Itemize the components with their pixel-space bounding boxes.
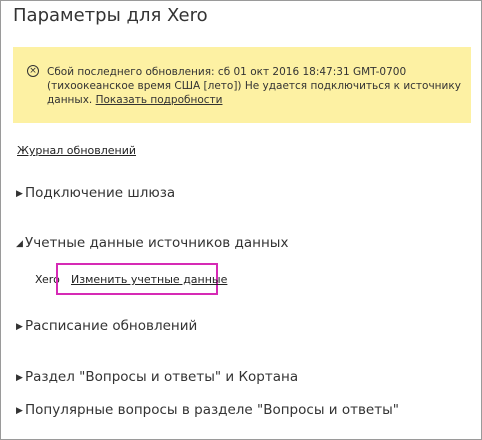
section-refresh-schedule[interactable]: ▶ Расписание обновлений [16, 318, 197, 334]
section-label: Расписание обновлений [25, 318, 198, 334]
error-message: Сбой последнего обновления: сб 01 окт 20… [47, 65, 462, 107]
refresh-error-banner: × Сбой последнего обновления: сб 01 окт … [13, 47, 471, 123]
section-label: Раздел "Вопросы и ответы" и Кортана [25, 369, 299, 385]
show-details-link[interactable]: Показать подробности [96, 94, 223, 106]
expand-arrow-icon: ▶ [16, 373, 23, 383]
section-label: Учетные данные источников данных [25, 235, 289, 251]
section-label: Подключение шлюза [25, 185, 176, 201]
section-popular-questions[interactable]: ▶ Популярные вопросы в разделе "Вопросы и… [16, 402, 399, 418]
page-title: Параметры для Xero [13, 5, 208, 26]
section-data-source-credentials[interactable]: ◢ Учетные данные источников данных [16, 235, 288, 251]
collapse-arrow-icon: ◢ [16, 239, 23, 249]
expand-arrow-icon: ▶ [16, 322, 23, 332]
error-circle-x-icon: × [27, 65, 39, 77]
settings-panel: Параметры для Xero × Сбой последнего обн… [0, 0, 482, 440]
section-gateway-connection[interactable]: ▶ Подключение шлюза [16, 185, 175, 201]
section-qna-cortana[interactable]: ▶ Раздел "Вопросы и ответы" и Кортана [16, 369, 298, 385]
section-label: Популярные вопросы в разделе "Вопросы и … [25, 402, 399, 418]
refresh-history-link[interactable]: Журнал обновлений [17, 144, 136, 157]
expand-arrow-icon: ▶ [16, 406, 23, 416]
expand-arrow-icon: ▶ [16, 189, 23, 199]
edit-credentials-link[interactable]: Изменить учетные данные [71, 273, 227, 286]
